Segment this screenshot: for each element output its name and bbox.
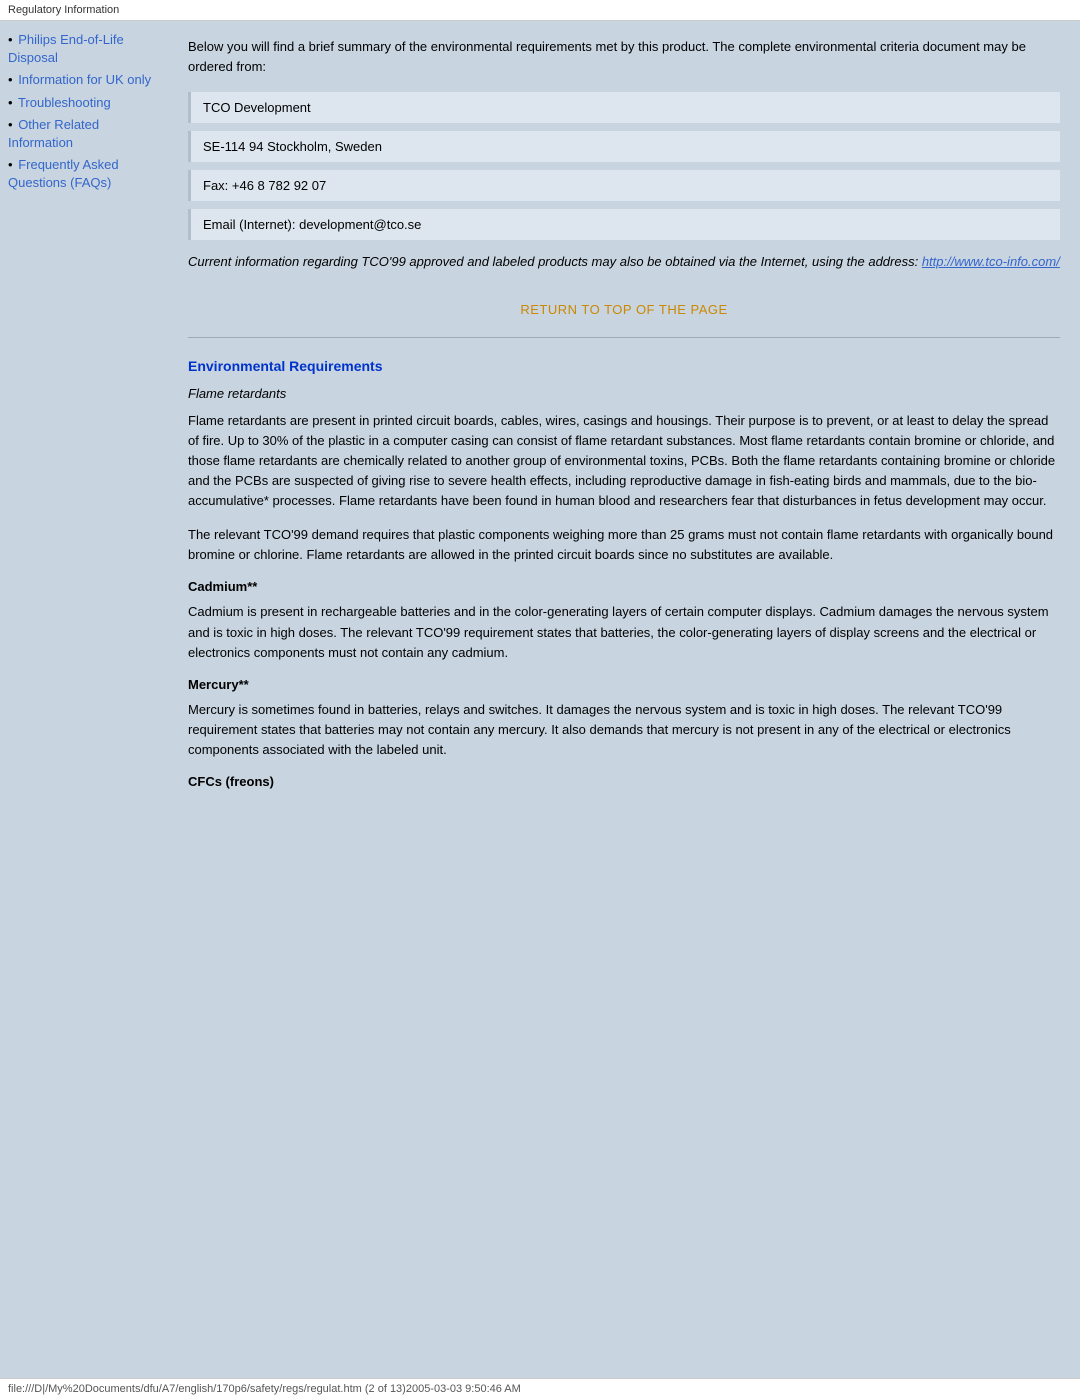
sidebar-link-troubleshooting[interactable]: Troubleshooting (18, 95, 111, 110)
flame-retardants-subtitle: Flame retardants (188, 386, 1060, 401)
sidebar-link-uk[interactable]: Information for UK only (18, 72, 151, 87)
tco-info-link[interactable]: http://www.tco-info.com/ (922, 254, 1060, 269)
cadmium-heading: Cadmium** (188, 579, 1060, 594)
cfcs-heading: CFCs (freons) (188, 774, 1060, 789)
bullet-icon: • (8, 116, 13, 134)
cadmium-paragraph: Cadmium is present in rechargeable batte… (188, 602, 1060, 662)
bottom-bar: file:///D|/My%20Documents/dfu/A7/english… (0, 1378, 1080, 1399)
bottom-bar-label: file:///D|/My%20Documents/dfu/A7/english… (8, 1383, 521, 1395)
italic-note: Current information regarding TCO'99 app… (188, 252, 1060, 272)
sidebar-link-other[interactable]: Other Related Information (8, 117, 99, 150)
section-divider (188, 337, 1060, 338)
tco-line-2: SE-114 94 Stockholm, Sweden (188, 131, 1060, 162)
tco-line-4: Email (Internet): development@tco.se (188, 209, 1060, 240)
mercury-heading: Mercury** (188, 677, 1060, 692)
sidebar-item-other[interactable]: • Other Related Information (8, 116, 160, 152)
section-title: Environmental Requirements (188, 358, 1060, 374)
content-area: Below you will find a brief summary of t… (168, 21, 1080, 1378)
return-to-top[interactable]: RETURN TO TOP OF THE PAGE (188, 302, 1060, 317)
flame-paragraph-1: Flame retardants are present in printed … (188, 411, 1060, 512)
top-bar: Regulatory Information (0, 0, 1080, 21)
bullet-icon: • (8, 156, 13, 174)
sidebar: • Philips End-of-Life Disposal • Informa… (0, 21, 168, 1378)
mercury-paragraph: Mercury is sometimes found in batteries,… (188, 700, 1060, 760)
sidebar-link-faq[interactable]: Frequently Asked Questions (FAQs) (8, 157, 119, 190)
tco-line-3: Fax: +46 8 782 92 07 (188, 170, 1060, 201)
return-link-anchor[interactable]: RETURN TO TOP OF THE PAGE (520, 302, 727, 317)
intro-paragraph: Below you will find a brief summary of t… (188, 37, 1060, 76)
flame-paragraph-2: The relevant TCO'99 demand requires that… (188, 525, 1060, 565)
sidebar-link-eol[interactable]: Philips End-of-Life Disposal (8, 32, 124, 65)
bullet-icon: • (8, 94, 13, 112)
bullet-icon: • (8, 71, 13, 89)
main-layout: • Philips End-of-Life Disposal • Informa… (0, 21, 1080, 1378)
sidebar-nav: • Philips End-of-Life Disposal • Informa… (8, 31, 160, 193)
sidebar-item-eol[interactable]: • Philips End-of-Life Disposal (8, 31, 160, 67)
sidebar-item-troubleshooting[interactable]: • Troubleshooting (8, 94, 160, 112)
sidebar-item-faq[interactable]: • Frequently Asked Questions (FAQs) (8, 156, 160, 192)
tco-line-1: TCO Development (188, 92, 1060, 123)
sidebar-item-uk[interactable]: • Information for UK only (8, 71, 160, 89)
top-bar-label: Regulatory Information (8, 4, 119, 16)
bullet-icon: • (8, 31, 13, 49)
